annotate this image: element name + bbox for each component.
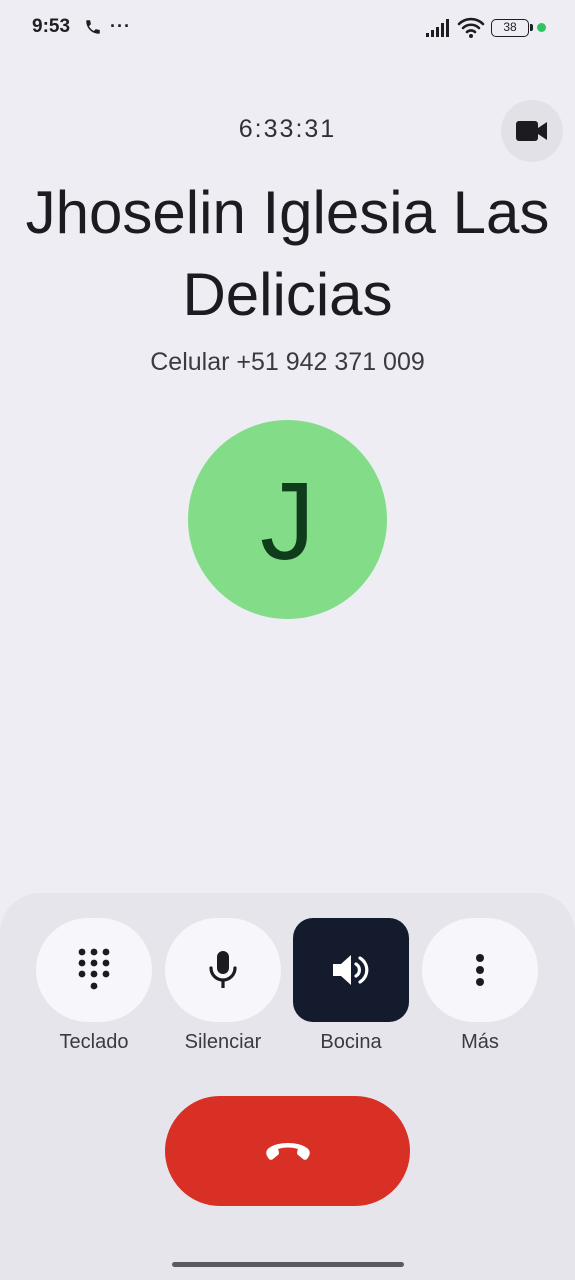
mute-action[interactable]: Silenciar (165, 918, 281, 1054)
end-call-button[interactable] (165, 1096, 410, 1206)
video-call-button[interactable] (501, 100, 563, 162)
more-vert-icon (476, 954, 484, 986)
avatar-letter: J (260, 459, 315, 583)
dialpad-icon (78, 948, 110, 990)
speaker-button[interactable] (293, 918, 409, 1022)
more-button[interactable] (422, 918, 538, 1022)
speaker-action[interactable]: Bocina (293, 918, 409, 1054)
keypad-label: Teclado (59, 1031, 129, 1053)
speaker-icon (333, 955, 369, 985)
mute-button[interactable] (165, 918, 281, 1022)
call-timer: 6:33:31 (238, 115, 337, 143)
mic-icon (209, 951, 237, 988)
contact-number: Celular +51 942 371 009 (150, 348, 425, 376)
phone-icon (86, 20, 100, 34)
more-notifications-icon: ··· (110, 16, 131, 36)
contact-name: Jhoselin Iglesia Las Delicias (25, 179, 550, 328)
more-label: Más (461, 1031, 499, 1053)
videocam-icon (516, 121, 547, 141)
keypad-action[interactable]: Teclado (36, 918, 152, 1054)
speaker-label: Bocina (320, 1031, 382, 1053)
privacy-indicator-dot (537, 23, 546, 32)
battery-icon: 38 (491, 19, 533, 37)
signal-icon (426, 19, 449, 37)
mute-label: Silenciar (184, 1031, 262, 1053)
keypad-button[interactable] (36, 918, 152, 1022)
call-end-icon (265, 1143, 310, 1160)
status-time: 9:53 (32, 16, 71, 37)
wifi-icon (457, 17, 485, 38)
home-indicator[interactable] (172, 1262, 404, 1267)
avatar: J (188, 420, 387, 619)
more-action[interactable]: Más (422, 918, 538, 1054)
status-bar: 9:53 ··· 38 (0, 0, 575, 56)
battery-level: 38 (503, 20, 517, 34)
